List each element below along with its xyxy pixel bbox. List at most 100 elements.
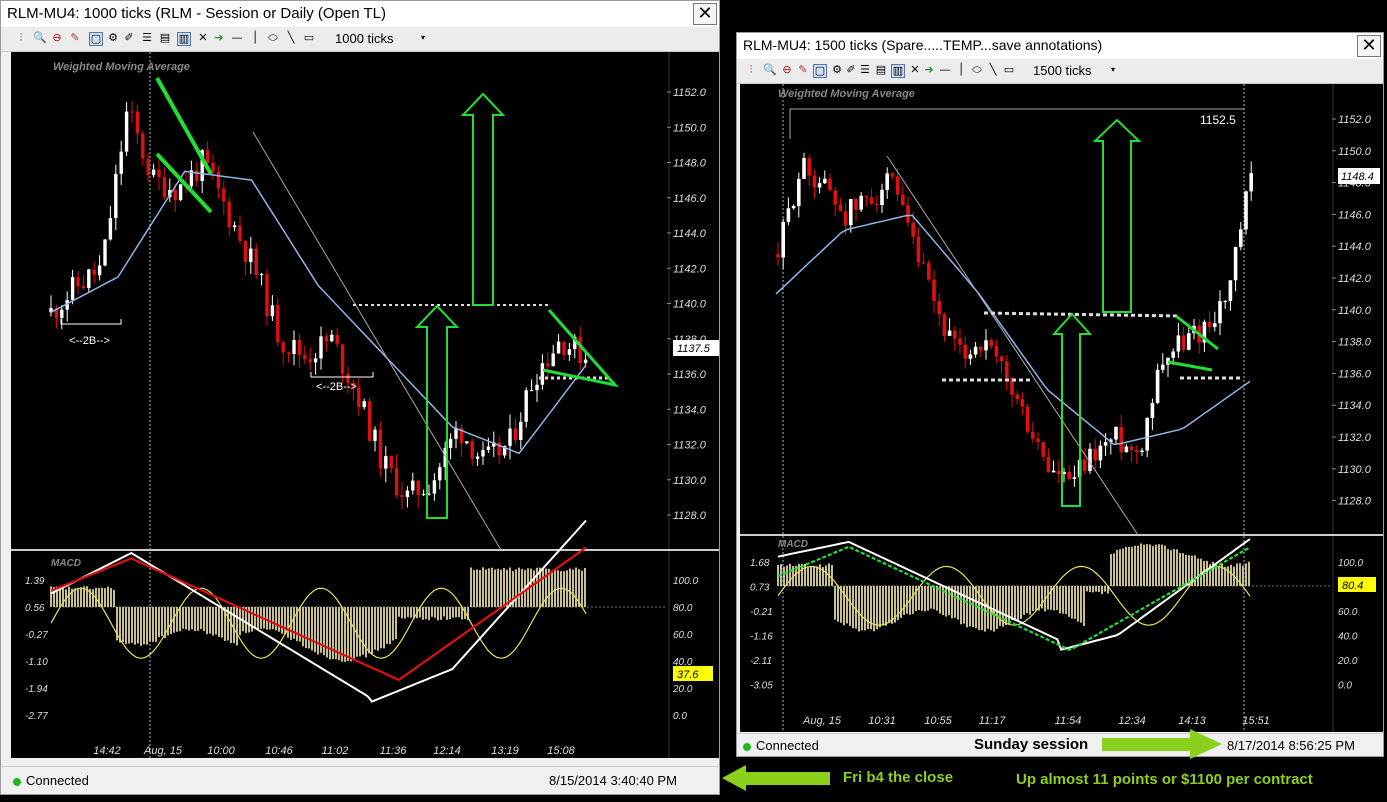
candle-body xyxy=(486,446,491,451)
time-tick-label: 15:08 xyxy=(547,745,575,757)
candle-body xyxy=(1223,301,1227,303)
indicators-icon[interactable]: ⚙ xyxy=(831,64,843,76)
candle-body xyxy=(854,199,858,210)
line-icon[interactable]: — xyxy=(231,32,243,44)
candle-body xyxy=(92,269,96,276)
time-tick-label: 11:02 xyxy=(322,745,349,757)
price-tick-label: 1138.0 xyxy=(1338,337,1372,349)
ellipse-icon[interactable]: ⬭ xyxy=(971,64,983,76)
zoom-out-icon[interactable]: ⊖ xyxy=(781,64,793,76)
list-icon[interactable]: ☰ xyxy=(141,32,153,44)
macd-left-tick: -0.27 xyxy=(25,630,48,641)
select-icon[interactable]: ▢ xyxy=(89,32,103,46)
candle-body xyxy=(416,480,420,496)
left-ticks-label[interactable]: 1000 ticks xyxy=(335,31,394,46)
candle-body xyxy=(942,314,947,336)
zoom-in-icon[interactable]: 🔍 xyxy=(33,32,47,44)
chevron-down-icon[interactable]: ▾ xyxy=(417,32,429,44)
right-chart-svg[interactable]: Weighted Moving Average 1152.5 1152.0 115… xyxy=(740,84,1383,732)
left-plot-area[interactable]: Weighted Moving Average 1152.0 1150.0 1148… xyxy=(11,52,719,758)
ellipse-icon[interactable]: ⬭ xyxy=(267,32,279,44)
indicators-icon[interactable]: ⚙ xyxy=(107,32,119,44)
candle-body xyxy=(551,353,555,367)
grid-icon[interactable]: ▥ xyxy=(177,32,191,46)
macd-right-tick: 100.0 xyxy=(1338,558,1363,569)
rectangle-icon[interactable]: ▭ xyxy=(303,32,315,44)
time-tick-label: 10:55 xyxy=(924,715,952,727)
draw-icon[interactable]: ✐ xyxy=(845,64,857,76)
candle-body xyxy=(963,344,967,359)
candle-body xyxy=(400,495,404,498)
candle-body xyxy=(60,309,64,318)
candle-body xyxy=(367,401,372,441)
candle-body xyxy=(1218,301,1222,324)
right-toolbar: ⫶ 🔍 ⊖ ✎ ▢ ⚙ ✐ ☰ ▤ ▥ ✕ ➔ — │ ⬭ ╲ ▭ 1500 t… xyxy=(737,59,1383,84)
right-connection-status: Connected xyxy=(756,738,819,753)
candle-body xyxy=(1031,431,1035,439)
properties-icon[interactable]: ✎ xyxy=(69,32,81,44)
candle-body xyxy=(76,277,80,287)
properties-icon[interactable]: ✎ xyxy=(797,64,809,76)
diag-line-icon[interactable]: ╲ xyxy=(285,32,297,44)
candle-body xyxy=(583,359,588,364)
draw-icon[interactable]: ✐ xyxy=(123,32,135,44)
candle-body xyxy=(1103,442,1108,446)
candle-body xyxy=(921,262,926,264)
candle-body xyxy=(211,162,215,172)
macd-left-tick: -2.77 xyxy=(25,711,48,722)
arrow-right-icon[interactable]: ➔ xyxy=(213,32,225,44)
macd-left-tick: -1.16 xyxy=(750,632,773,643)
left-price-axis: 1152.0 1150.0 1148.0 1146.0 1144.0 1142.0 1140… xyxy=(667,87,707,522)
right-resistance-line xyxy=(983,311,1181,318)
candle-body xyxy=(562,341,566,356)
candle-body xyxy=(276,305,280,343)
list-icon[interactable]: ☰ xyxy=(859,64,871,76)
remove-icon[interactable]: ✕ xyxy=(909,64,921,76)
vline-icon[interactable]: │ xyxy=(249,32,261,44)
rectangle-icon[interactable]: ▭ xyxy=(1003,64,1015,76)
right-close-button[interactable]: ✕ xyxy=(1357,35,1381,57)
candle-body xyxy=(875,203,879,206)
diag-line-icon[interactable]: ╲ xyxy=(987,64,999,76)
candle-body xyxy=(776,254,780,258)
price-tick-label: 1152.0 xyxy=(1338,114,1372,126)
select-icon[interactable]: ▢ xyxy=(813,64,827,78)
left-chart-svg[interactable]: Weighted Moving Average 1152.0 1150.0 1148… xyxy=(11,52,719,758)
right-ticks-label[interactable]: 1500 ticks xyxy=(1033,63,1092,78)
right-wma-label: Weighted Moving Average xyxy=(778,88,915,100)
candle-body xyxy=(1150,403,1155,418)
arrow-right-icon[interactable]: ➔ xyxy=(923,64,935,76)
macd-left-tick: -2.11 xyxy=(750,656,772,667)
zoom-in-icon[interactable]: 🔍 xyxy=(763,64,777,76)
candle-body xyxy=(114,173,118,218)
template-icon[interactable]: ▤ xyxy=(159,32,171,44)
candle-body xyxy=(1051,470,1056,473)
bar-type-icon[interactable]: ⫶ xyxy=(745,64,757,76)
candle-body xyxy=(513,428,518,440)
left-title-bar: RLM-MU4: 1000 ticks (RLM - Session or Da… xyxy=(1,1,719,27)
candle-body xyxy=(833,190,837,205)
time-tick-label: 10:46 xyxy=(265,745,293,757)
candle-body xyxy=(157,169,161,178)
remove-icon[interactable]: ✕ xyxy=(197,32,209,44)
template-icon[interactable]: ▤ xyxy=(875,64,887,76)
right-plot-area[interactable]: Weighted Moving Average 1152.5 1152.0 115… xyxy=(740,84,1383,732)
left-status-bar: Connected 8/15/2014 3:40:40 PM xyxy=(1,766,719,795)
zoom-out-icon[interactable]: ⊖ xyxy=(51,32,63,44)
chevron-down-icon[interactable]: ▾ xyxy=(1107,64,1119,76)
line-icon[interactable]: — xyxy=(939,64,951,76)
sunday-note: Sunday session xyxy=(974,736,1089,753)
macd-left-tick: 0.73 xyxy=(750,583,770,594)
bar-type-icon[interactable]: ⫶ xyxy=(15,32,27,44)
vline-icon[interactable]: │ xyxy=(955,64,967,76)
candle-body xyxy=(937,301,941,315)
grid-icon[interactable]: ▥ xyxy=(891,64,905,78)
candle-body xyxy=(330,334,334,342)
candle-body xyxy=(227,201,231,228)
left-wedge-top xyxy=(155,77,213,175)
candle-body xyxy=(97,265,102,276)
macd-right-tick: 100.0 xyxy=(673,576,698,587)
candle-body xyxy=(438,467,442,481)
left-close-button[interactable]: ✕ xyxy=(693,3,717,25)
candle-body xyxy=(265,273,269,317)
